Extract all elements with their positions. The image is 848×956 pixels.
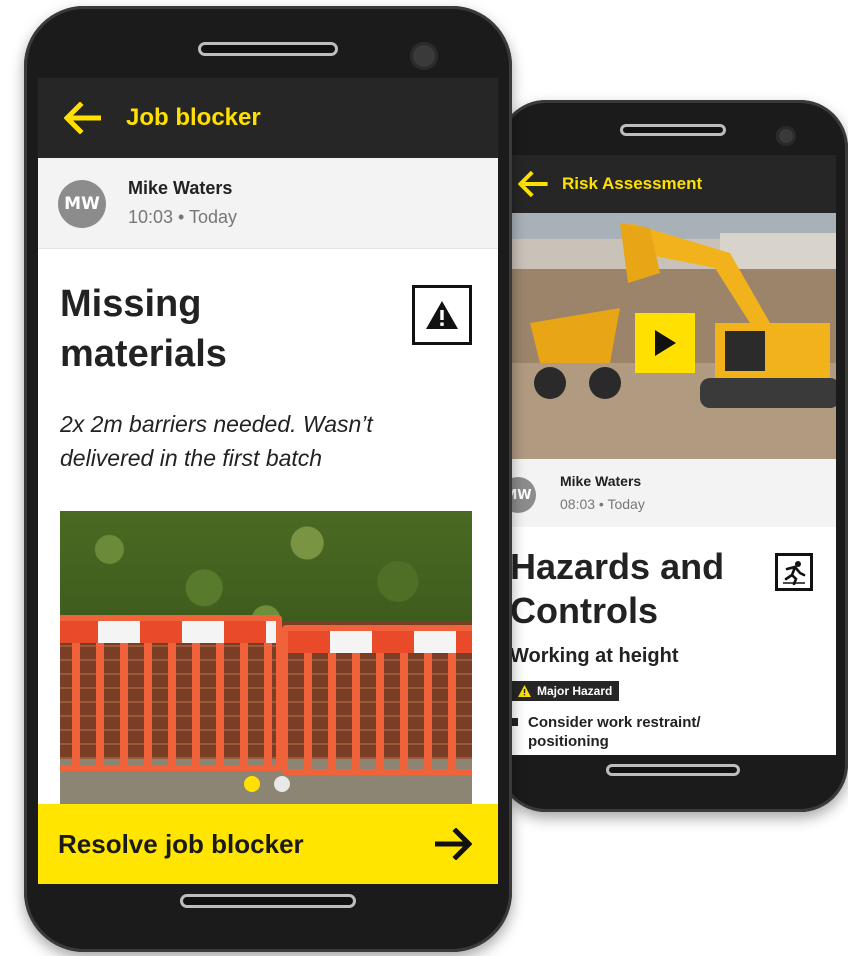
major-hazard-badge: Major Hazard (512, 681, 620, 701)
page-title: Risk Assessment (562, 174, 703, 193)
arrow-left-icon[interactable] (64, 102, 104, 134)
cta-label: Resolve job blocker (58, 828, 304, 859)
assessment-title: Hazards and Controls (510, 546, 725, 631)
warning-triangle-icon (426, 301, 458, 329)
app-bar: Job blocker (38, 78, 498, 158)
carousel-indicator (244, 776, 290, 792)
phone-risk-assessment: Risk Assessment MW Mike Waters 08:03 • T… (498, 100, 848, 812)
play-icon (655, 330, 676, 356)
warning-triangle-icon (518, 685, 531, 697)
carousel-dot[interactable] (274, 776, 290, 792)
blocker-title: Missing materials (60, 283, 227, 375)
resolve-job-blocker-button[interactable]: Resolve job blocker (38, 804, 498, 884)
blocker-type-badge[interactable] (412, 285, 472, 345)
earpiece-speaker (198, 42, 338, 56)
play-button[interactable] (635, 313, 695, 373)
job-blocker-screen: Job blocker MW Mike Waters 10:03 • Today… (38, 78, 498, 884)
avatar: MW (58, 180, 106, 228)
carousel-dot-active[interactable] (244, 776, 260, 792)
job-blocker-content: Missing materials 2x 2m barriers needed.… (38, 249, 498, 805)
phone-job-blocker: Job blocker MW Mike Waters 10:03 • Today… (24, 6, 512, 952)
bottom-speaker (606, 764, 740, 776)
bottom-speaker (180, 894, 356, 908)
post-time: 10:03 • Today (128, 207, 238, 227)
barriers-photo[interactable] (60, 511, 472, 805)
arrow-right-icon (435, 828, 472, 860)
author-header: MW Mike Waters 10:03 • Today (38, 158, 498, 249)
falling-person-icon (783, 561, 806, 585)
front-camera (410, 42, 438, 70)
video-thumbnail[interactable] (510, 213, 836, 459)
hazard-type-badge[interactable] (775, 553, 813, 591)
app-bar: Risk Assessment (510, 155, 836, 213)
control-list-item: Consider work restraint/ positioning (510, 713, 758, 751)
author-name: Mike Waters (560, 473, 642, 489)
author-header: MW Mike Waters 08:03 • Today (510, 459, 836, 527)
blocker-description: 2x 2m barriers needed. Wasn’t delivered … (60, 411, 373, 471)
badge-label: Major Hazard (537, 684, 613, 698)
avatar: MW (510, 477, 536, 513)
arrow-left-icon[interactable] (518, 171, 550, 197)
barrier-right (282, 625, 472, 775)
barrier-left (60, 615, 282, 771)
page-title: Job blocker (126, 104, 261, 131)
post-time: 08:03 • Today (560, 496, 645, 512)
hazard-subtitle: Working at height (510, 645, 679, 667)
author-name: Mike Waters (128, 178, 233, 198)
risk-assessment-screen: Risk Assessment MW Mike Waters 08:03 • T… (510, 155, 836, 755)
earpiece-speaker (620, 124, 726, 136)
front-camera (776, 126, 796, 146)
